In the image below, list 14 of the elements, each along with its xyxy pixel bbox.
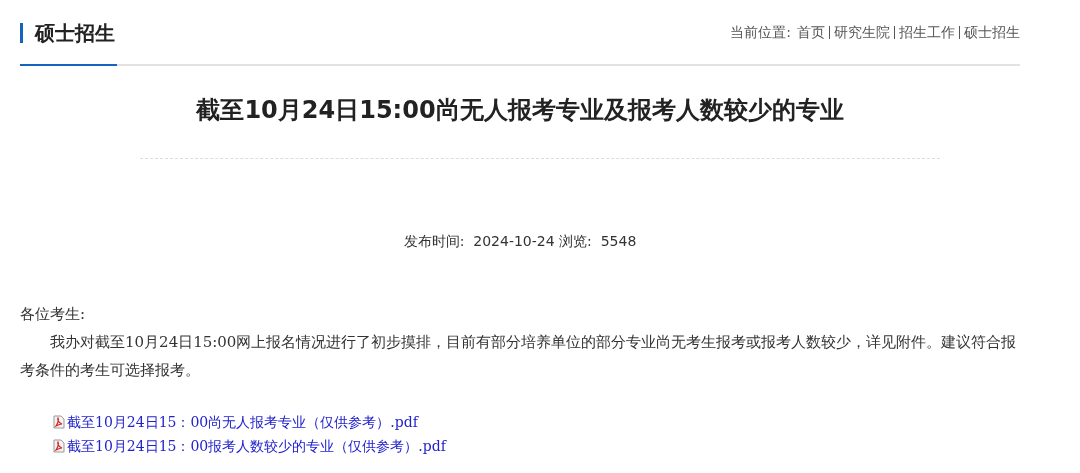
breadcrumb-link[interactable]: 招生工作 [899, 21, 955, 43]
article-paragraph: 我办对截至10月24日15:00网上报名情况进行了初步摸排，目前有部分培养单位的部分专业尚无考生报考或报考人数较少，详见附件。建议符合报考条件的考生可选择报考。 [20, 332, 1018, 381]
attachment-link[interactable]: 截至10月24日15：00报考人数较少的专业（仅供参考）.pdf [67, 434, 446, 458]
attachment-link[interactable]: 截至10月24日15：00尚无人报考专业（仅供参考）.pdf [67, 410, 418, 434]
pdf-file-icon [53, 415, 65, 429]
pdf-file-icon [53, 439, 65, 453]
section-title: 硕士招生 [20, 2, 117, 66]
article-meta: 发布时间: 2024-10-24 浏览: 5548 [402, 232, 638, 251]
greeting: 各位考生: [20, 304, 87, 325]
breadcrumb-link[interactable]: 硕士招生 [964, 21, 1020, 43]
breadcrumb-link[interactable]: 研究生院 [834, 21, 890, 43]
breadcrumb-label: 当前位置: [730, 22, 791, 42]
breadcrumb-link[interactable]: 首页 [797, 21, 825, 43]
article-title: 截至10月24日15:00尚无人报考专业及报考人数较少的专业 [195, 95, 845, 126]
